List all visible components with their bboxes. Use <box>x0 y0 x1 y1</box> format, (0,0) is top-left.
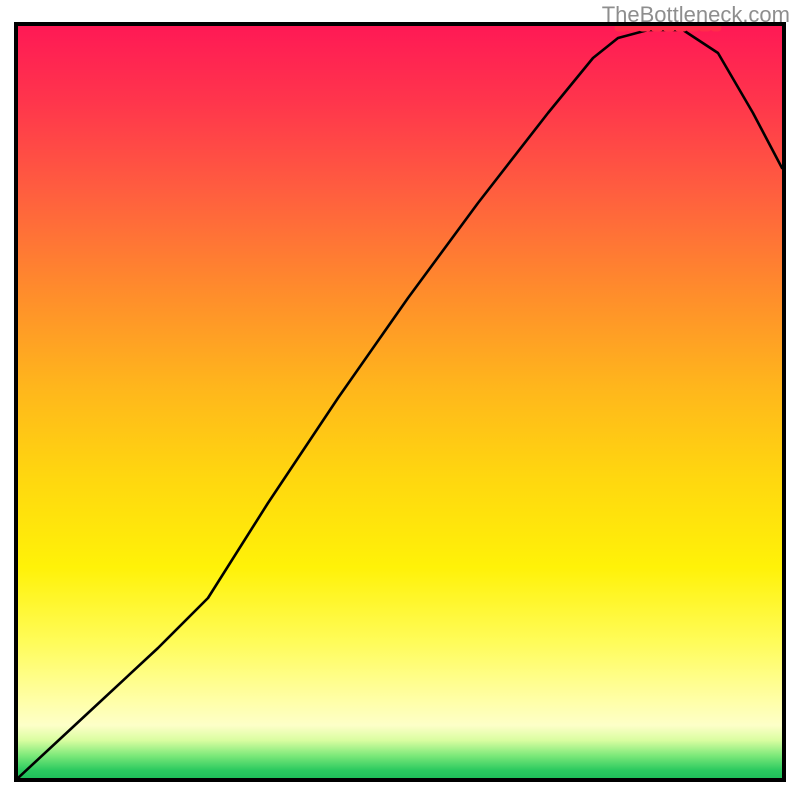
chart-svg <box>18 26 782 778</box>
plot-area <box>14 22 786 782</box>
bottleneck-curve <box>18 30 782 778</box>
chart-wrapper: TheBottleneck.com <box>0 0 800 800</box>
